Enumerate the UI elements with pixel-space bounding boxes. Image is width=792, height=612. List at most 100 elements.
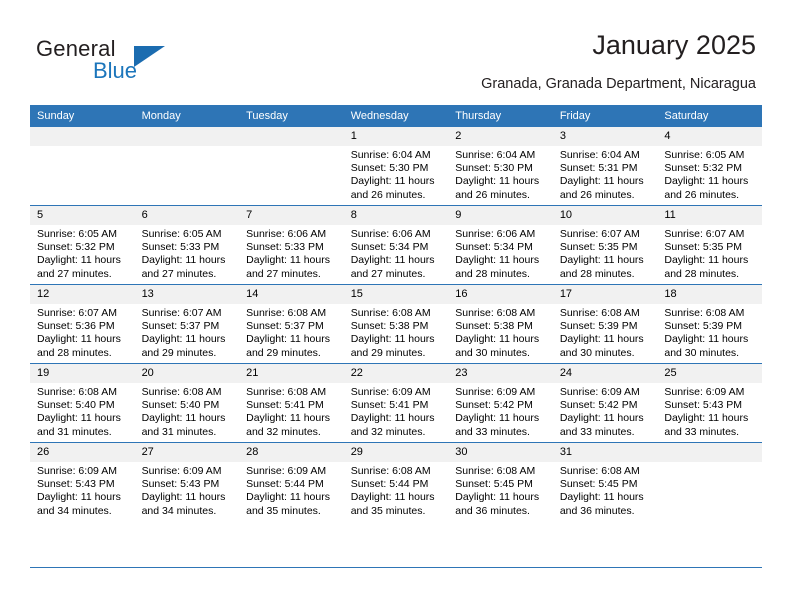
sunset-text: Sunset: 5:38 PM: [350, 320, 429, 333]
daylight-text: Daylight: 11 hours and 27 minutes.: [350, 254, 435, 280]
sunset-text: Sunset: 5:33 PM: [141, 241, 220, 254]
day-details: Sunrise: 6:06 AM Sunset: 5:34 PM Dayligh…: [344, 225, 449, 281]
calendar-day-cell[interactable]: 11 Sunrise: 6:07 AM Sunset: 5:35 PM Dayl…: [657, 205, 762, 285]
daylight-text: Daylight: 11 hours and 36 minutes.: [559, 491, 644, 517]
sunset-text: Sunset: 5:31 PM: [559, 162, 638, 175]
day-details: Sunrise: 6:06 AM Sunset: 5:33 PM Dayligh…: [239, 225, 344, 281]
calendar-week-row: 5 Sunrise: 6:05 AM Sunset: 5:32 PM Dayli…: [30, 205, 762, 285]
calendar-day-cell[interactable]: 28 Sunrise: 6:09 AM Sunset: 5:44 PM Dayl…: [239, 442, 344, 521]
calendar-day-cell[interactable]: 15 Sunrise: 6:08 AM Sunset: 5:38 PM Dayl…: [343, 284, 449, 364]
daylight-text: Daylight: 11 hours and 34 minutes.: [37, 491, 121, 517]
calendar-day-cell[interactable]: 17 Sunrise: 6:08 AM Sunset: 5:39 PM Dayl…: [552, 284, 658, 364]
calendar-day-cell[interactable]: 10 Sunrise: 6:07 AM Sunset: 5:35 PM Dayl…: [552, 205, 658, 285]
calendar-day-cell[interactable]: 3 Sunrise: 6:04 AM Sunset: 5:31 PM Dayli…: [552, 127, 658, 206]
calendar-day-cell[interactable]: 31 Sunrise: 6:08 AM Sunset: 5:45 PM Dayl…: [552, 442, 658, 521]
general-blue-logo: General Blue: [36, 36, 216, 86]
daylight-text: Daylight: 11 hours and 33 minutes.: [455, 412, 540, 438]
calendar-day-cell[interactable]: 19 Sunrise: 6:08 AM Sunset: 5:40 PM Dayl…: [30, 363, 135, 443]
day-details: Sunrise: 6:09 AM Sunset: 5:43 PM Dayligh…: [135, 462, 240, 518]
sunrise-text: Sunrise: 6:07 AM: [559, 228, 640, 240]
day-details: Sunrise: 6:07 AM Sunset: 5:35 PM Dayligh…: [553, 225, 658, 281]
calendar-day-cell[interactable]: 20 Sunrise: 6:08 AM Sunset: 5:40 PM Dayl…: [134, 363, 240, 443]
day-details: Sunrise: 6:08 AM Sunset: 5:45 PM Dayligh…: [448, 462, 553, 518]
weekday-header-row: Sunday Monday Tuesday Wednesday Thursday…: [30, 105, 762, 127]
sunrise-text: Sunrise: 6:08 AM: [559, 465, 640, 477]
daylight-text: Daylight: 11 hours and 31 minutes.: [37, 412, 121, 438]
daylight-text: Daylight: 11 hours and 30 minutes.: [455, 333, 540, 359]
calendar-day-cell[interactable]: 9 Sunrise: 6:06 AM Sunset: 5:34 PM Dayli…: [448, 205, 553, 285]
calendar-day-cell[interactable]: 23 Sunrise: 6:09 AM Sunset: 5:42 PM Dayl…: [448, 363, 553, 443]
day-details: Sunrise: 6:08 AM Sunset: 5:39 PM Dayligh…: [657, 304, 762, 360]
weekday-header-tuesday: Tuesday: [239, 105, 344, 127]
calendar-day-cell[interactable]: 26 Sunrise: 6:09 AM Sunset: 5:43 PM Dayl…: [30, 442, 135, 521]
calendar-day-cell[interactable]: 13 Sunrise: 6:07 AM Sunset: 5:37 PM Dayl…: [134, 284, 240, 364]
calendar-day-cell[interactable]: 1 Sunrise: 6:04 AM Sunset: 5:30 PM Dayli…: [343, 127, 449, 206]
sunrise-text: Sunrise: 6:04 AM: [455, 149, 536, 161]
calendar-day-cell[interactable]: [134, 127, 240, 206]
daylight-text: Daylight: 11 hours and 28 minutes.: [559, 254, 644, 280]
day-number: [134, 127, 240, 146]
day-number: 12: [30, 285, 135, 304]
calendar-day-cell[interactable]: 16 Sunrise: 6:08 AM Sunset: 5:38 PM Dayl…: [448, 284, 553, 364]
calendar-body: 1 Sunrise: 6:04 AM Sunset: 5:30 PM Dayli…: [30, 127, 762, 521]
calendar-day-cell[interactable]: [239, 127, 344, 206]
sunrise-text: Sunrise: 6:05 AM: [664, 149, 745, 161]
sunrise-text: Sunrise: 6:08 AM: [664, 307, 745, 319]
day-number: 9: [448, 206, 553, 225]
calendar-day-cell[interactable]: 25 Sunrise: 6:09 AM Sunset: 5:43 PM Dayl…: [657, 363, 762, 443]
calendar-week-row: 1 Sunrise: 6:04 AM Sunset: 5:30 PM Dayli…: [30, 127, 762, 206]
sunset-text: Sunset: 5:38 PM: [455, 320, 533, 333]
calendar-day-cell[interactable]: 21 Sunrise: 6:08 AM Sunset: 5:41 PM Dayl…: [239, 363, 344, 443]
daylight-text: Daylight: 11 hours and 26 minutes.: [664, 175, 749, 201]
sunset-text: Sunset: 5:37 PM: [141, 320, 220, 333]
calendar-day-cell[interactable]: 12 Sunrise: 6:07 AM Sunset: 5:36 PM Dayl…: [30, 284, 135, 364]
day-details: Sunrise: 6:09 AM Sunset: 5:42 PM Dayligh…: [553, 383, 658, 439]
sunrise-text: Sunrise: 6:05 AM: [141, 228, 222, 240]
day-details: Sunrise: 6:08 AM Sunset: 5:45 PM Dayligh…: [553, 462, 658, 518]
daylight-text: Daylight: 11 hours and 28 minutes.: [664, 254, 749, 280]
sunset-text: Sunset: 5:36 PM: [37, 320, 115, 333]
calendar-day-cell[interactable]: 6 Sunrise: 6:05 AM Sunset: 5:33 PM Dayli…: [134, 205, 240, 285]
day-number: 22: [343, 364, 449, 383]
sunset-text: Sunset: 5:41 PM: [246, 399, 324, 412]
calendar-day-cell[interactable]: 5 Sunrise: 6:05 AM Sunset: 5:32 PM Dayli…: [30, 205, 135, 285]
calendar-day-cell[interactable]: 14 Sunrise: 6:08 AM Sunset: 5:37 PM Dayl…: [239, 284, 344, 364]
calendar-day-cell[interactable]: 7 Sunrise: 6:06 AM Sunset: 5:33 PM Dayli…: [239, 205, 344, 285]
sunset-text: Sunset: 5:34 PM: [350, 241, 429, 254]
sunset-text: Sunset: 5:34 PM: [455, 241, 533, 254]
sunrise-text: Sunrise: 6:04 AM: [350, 149, 431, 161]
day-details: Sunrise: 6:07 AM Sunset: 5:35 PM Dayligh…: [657, 225, 762, 281]
calendar-day-cell[interactable]: 8 Sunrise: 6:06 AM Sunset: 5:34 PM Dayli…: [343, 205, 449, 285]
day-number: 21: [239, 364, 344, 383]
calendar-day-cell[interactable]: 30 Sunrise: 6:08 AM Sunset: 5:45 PM Dayl…: [448, 442, 553, 521]
calendar-day-cell[interactable]: 29 Sunrise: 6:08 AM Sunset: 5:44 PM Dayl…: [343, 442, 449, 521]
day-details: Sunrise: 6:08 AM Sunset: 5:40 PM Dayligh…: [30, 383, 135, 439]
daylight-text: Daylight: 11 hours and 35 minutes.: [350, 491, 435, 517]
calendar-bottom-divider: [30, 567, 762, 568]
calendar-week-row: 19 Sunrise: 6:08 AM Sunset: 5:40 PM Dayl…: [30, 363, 762, 443]
calendar-day-cell[interactable]: 18 Sunrise: 6:08 AM Sunset: 5:39 PM Dayl…: [657, 284, 762, 364]
sunset-text: Sunset: 5:35 PM: [559, 241, 638, 254]
day-number: 7: [239, 206, 344, 225]
daylight-text: Daylight: 11 hours and 29 minutes.: [350, 333, 435, 359]
calendar-page: General Blue January 2025 Granada, Grana…: [0, 0, 792, 612]
weekday-header-sunday: Sunday: [30, 105, 135, 127]
day-number: 19: [30, 364, 135, 383]
calendar-day-cell[interactable]: [657, 442, 762, 521]
sunrise-text: Sunrise: 6:06 AM: [455, 228, 536, 240]
sunset-text: Sunset: 5:43 PM: [37, 478, 115, 491]
triangle-icon: [134, 46, 165, 67]
daylight-text: Daylight: 11 hours and 30 minutes.: [559, 333, 644, 359]
sunset-text: Sunset: 5:42 PM: [559, 399, 638, 412]
calendar-day-cell[interactable]: 4 Sunrise: 6:05 AM Sunset: 5:32 PM Dayli…: [657, 127, 762, 206]
calendar-day-cell[interactable]: [30, 127, 135, 206]
sunrise-sunset-calendar: Sunday Monday Tuesday Wednesday Thursday…: [30, 105, 762, 521]
sunset-text: Sunset: 5:39 PM: [559, 320, 638, 333]
calendar-day-cell[interactable]: 27 Sunrise: 6:09 AM Sunset: 5:43 PM Dayl…: [134, 442, 240, 521]
calendar-day-cell[interactable]: 2 Sunrise: 6:04 AM Sunset: 5:30 PM Dayli…: [448, 127, 553, 206]
day-number: 31: [552, 443, 658, 462]
daylight-text: Daylight: 11 hours and 33 minutes.: [664, 412, 749, 438]
weekday-header-monday: Monday: [134, 105, 240, 127]
calendar-day-cell[interactable]: 22 Sunrise: 6:09 AM Sunset: 5:41 PM Dayl…: [343, 363, 449, 443]
calendar-day-cell[interactable]: 24 Sunrise: 6:09 AM Sunset: 5:42 PM Dayl…: [552, 363, 658, 443]
